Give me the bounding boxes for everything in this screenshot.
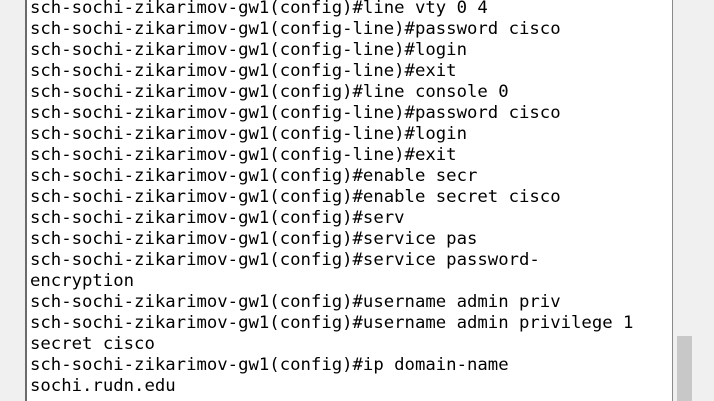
console-line: sch-sochi-zikarimov-gw1(config)#service … (30, 250, 540, 270)
console-line: sch-sochi-zikarimov-gw1(config)#line vty… (30, 0, 488, 18)
console-line: sch-sochi-zikarimov-gw1(config-line)#pas… (30, 103, 561, 123)
console-line: sch-sochi-zikarimov-gw1(config)#username… (30, 292, 561, 312)
console-line: sch-sochi-zikarimov-gw1(config-line)#pas… (30, 19, 561, 39)
console-line: sch-sochi-zikarimov-gw1(config-line)#log… (30, 40, 467, 60)
console-line: sch-sochi-zikarimov-gw1(config)#enable s… (30, 187, 561, 207)
console-line: secret cisco (30, 334, 155, 354)
console-line: sch-sochi-zikarimov-gw1(config)#ip domai… (30, 355, 509, 375)
console-line: sch-sochi-zikarimov-gw1(config)#serv (30, 208, 405, 228)
console-lines: sch-sochi-zikarimov-gw1(config)#line vty… (30, 0, 633, 397)
console-line: sch-sochi-zikarimov-gw1(config)#username… (30, 313, 634, 333)
vertical-scrollbar[interactable] (673, 0, 714, 401)
console-line: sochi.rudn.edu (30, 376, 176, 396)
cli-window: sch-sochi-zikarimov-gw1(config)#line vty… (0, 0, 714, 401)
console-line: sch-sochi-zikarimov-gw1(config)#line con… (30, 82, 509, 102)
scrollbar-track[interactable] (675, 0, 692, 401)
console-line: sch-sochi-zikarimov-gw1(config)#service … (30, 229, 478, 249)
console-line: sch-sochi-zikarimov-gw1(config-line)#log… (30, 124, 467, 144)
console-line: encryption (30, 271, 135, 291)
terminal-area: sch-sochi-zikarimov-gw1(config)#line vty… (0, 0, 714, 401)
console-output[interactable]: sch-sochi-zikarimov-gw1(config)#line vty… (25, 0, 673, 401)
scrollbar-thumb[interactable] (677, 336, 692, 401)
console-line: sch-sochi-zikarimov-gw1(config-line)#exi… (30, 61, 457, 81)
console-line: sch-sochi-zikarimov-gw1(config-line)#exi… (30, 145, 457, 165)
console-line: sch-sochi-zikarimov-gw1(config)#enable s… (30, 166, 478, 186)
